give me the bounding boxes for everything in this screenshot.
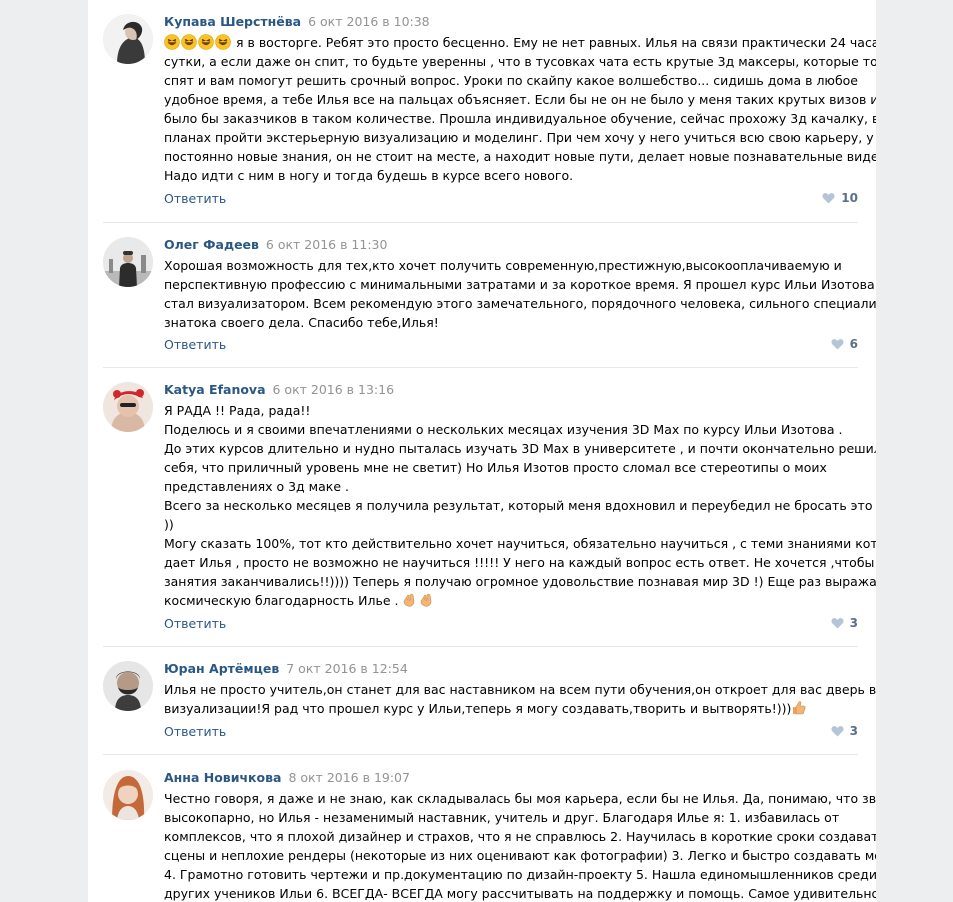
comment-line: До этих курсов длительно и нудно пыталас…	[164, 441, 876, 456]
comment-line: знатока своего дела. Спасибо тебе,Илья!	[164, 315, 439, 330]
laughing-emoji-icon	[198, 34, 215, 50]
comment-line: я в восторге. Ребят это просто бесценно.…	[235, 35, 876, 50]
like-count: 3	[849, 724, 858, 738]
comment-text: Честно говоря, я даже и не знаю, как скл…	[164, 789, 876, 902]
like-button[interactable]: 3	[831, 724, 858, 738]
comments-panel: Купава Шерстнёва 6 окт 2016 в 10:38 я в …	[88, 0, 876, 902]
comment-date[interactable]: 7 окт 2016 в 12:54	[286, 661, 408, 676]
comment-line: Илья не просто учитель,он станет для вас…	[164, 682, 876, 697]
comment-line: визуализации!Я рад что прошел курс у Иль…	[164, 701, 792, 716]
comment-line: космическую благодарность Илье .	[164, 593, 399, 608]
comment-line: постоянно новые знания, он не стоит на м…	[164, 149, 876, 164]
comment-line: планах пройти экстерьерную визуализацию …	[164, 130, 876, 145]
comment-line: стал визуализатором. Всем рекомендую это…	[164, 296, 876, 311]
like-button[interactable]: 3	[831, 616, 858, 630]
author-name[interactable]: Олег Фадеев	[164, 237, 259, 252]
comment-text: я в восторге. Ребят это просто бесценно.…	[164, 33, 876, 185]
comment-line: Надо идти с ним в ногу и тогда будешь в …	[164, 168, 574, 183]
clapping-hands-emoji-icon	[402, 593, 419, 608]
heart-icon	[831, 726, 844, 737]
reply-link[interactable]: Ответить	[164, 616, 226, 631]
comment-line: Честно говоря, я даже и не знаю, как скл…	[164, 791, 876, 806]
laughing-emoji-icon	[181, 34, 198, 50]
author-name[interactable]: Katya Efanova	[164, 382, 266, 397]
comment-date[interactable]: 6 окт 2016 в 10:38	[308, 14, 430, 29]
comment-line: ))	[164, 517, 174, 532]
comment-line: перспективную профессию с минимальными з…	[164, 277, 876, 292]
thumbs-up-emoji-icon	[791, 701, 808, 716]
comment-line: сутки, а если даже он спит, то будьте ув…	[164, 54, 876, 69]
avatar[interactable]	[103, 661, 153, 711]
comment-date[interactable]: 6 окт 2016 в 13:16	[273, 382, 395, 397]
like-button[interactable]: 6	[831, 337, 858, 351]
avatar-photo	[103, 661, 153, 711]
comment-text: Я РАДА !! Рада, рада!! Поделюсь и я свои…	[164, 401, 876, 610]
reply-link[interactable]: Ответить	[164, 724, 226, 739]
separator	[103, 222, 858, 223]
comment-line: занятия заканчивались!!)))) Теперь я пол…	[164, 574, 876, 589]
heart-icon	[831, 339, 844, 350]
author-name[interactable]: Анна Новичкова	[164, 770, 281, 785]
comment-date[interactable]: 6 окт 2016 в 11:30	[266, 237, 388, 252]
separator	[103, 367, 858, 368]
comment-date[interactable]: 8 окт 2016 в 19:07	[288, 770, 410, 785]
reply-link[interactable]: Ответить	[164, 337, 226, 352]
comment-text: Илья не просто учитель,он станет для вас…	[164, 680, 876, 718]
heart-icon	[831, 618, 844, 629]
avatar[interactable]	[103, 14, 153, 64]
laughing-emoji-icon	[164, 34, 181, 50]
comment-line: сцены и неплохие рендеры (некоторые из н…	[164, 848, 876, 863]
avatar[interactable]	[103, 237, 153, 287]
avatar[interactable]	[103, 770, 153, 820]
avatar-photo	[103, 770, 153, 820]
reply-link[interactable]: Ответить	[164, 191, 226, 206]
author-name[interactable]: Юран Артёмцев	[164, 661, 279, 676]
comment-line: представлениях о 3д маке .	[164, 479, 349, 494]
separator	[103, 646, 858, 647]
comment-line: Я РАДА !! Рада, рада!!	[164, 403, 311, 418]
comment-line: Всего за несколько месяцев я получила ре…	[164, 498, 876, 513]
avatar-photo	[103, 14, 153, 64]
like-button[interactable]: 10	[822, 191, 858, 205]
like-count: 10	[841, 191, 858, 205]
comment-line: Хорошая возможность для тех,кто хочет по…	[164, 258, 842, 273]
comment-line: было бы заказчиков в таком количестве. П…	[164, 111, 876, 126]
author-name[interactable]: Купава Шерстнёва	[164, 14, 301, 29]
comment-text: Хорошая возможность для тех,кто хочет по…	[164, 256, 876, 332]
comment-line: комплексов, что я плохой дизайнер и стра…	[164, 829, 876, 844]
like-count: 3	[849, 616, 858, 630]
comment-line: Могу сказать 100%, тот кто действительно…	[164, 536, 876, 551]
comment-line: 4. Грамотно готовить чертежи и пр.докуме…	[164, 867, 876, 882]
comment-line: удобное время, а тебе Илья все на пальца…	[164, 92, 876, 107]
like-count: 6	[849, 337, 858, 351]
comment-line: высокопарно, но Илья - незаменимый наста…	[164, 810, 840, 825]
comment-line: себя, что приличный уровень мне не свети…	[164, 460, 827, 475]
separator	[103, 754, 858, 755]
avatar[interactable]	[103, 382, 153, 432]
clapping-hands-emoji-icon	[419, 593, 436, 608]
comment-line: других учеников Ильи 6. ВСЕГДА- ВСЕГДА м…	[164, 886, 876, 901]
heart-icon	[822, 193, 835, 204]
laughing-emoji-icon	[215, 34, 232, 50]
comment-line: спят и вам помогут решить срочный вопрос…	[164, 73, 859, 88]
comment-line: Поделюсь и я своими впечатлениями о неск…	[164, 422, 843, 437]
avatar-photo	[103, 382, 153, 432]
comment-line: дает Илья , просто не возможно не научит…	[164, 555, 875, 570]
avatar-photo	[103, 237, 153, 287]
